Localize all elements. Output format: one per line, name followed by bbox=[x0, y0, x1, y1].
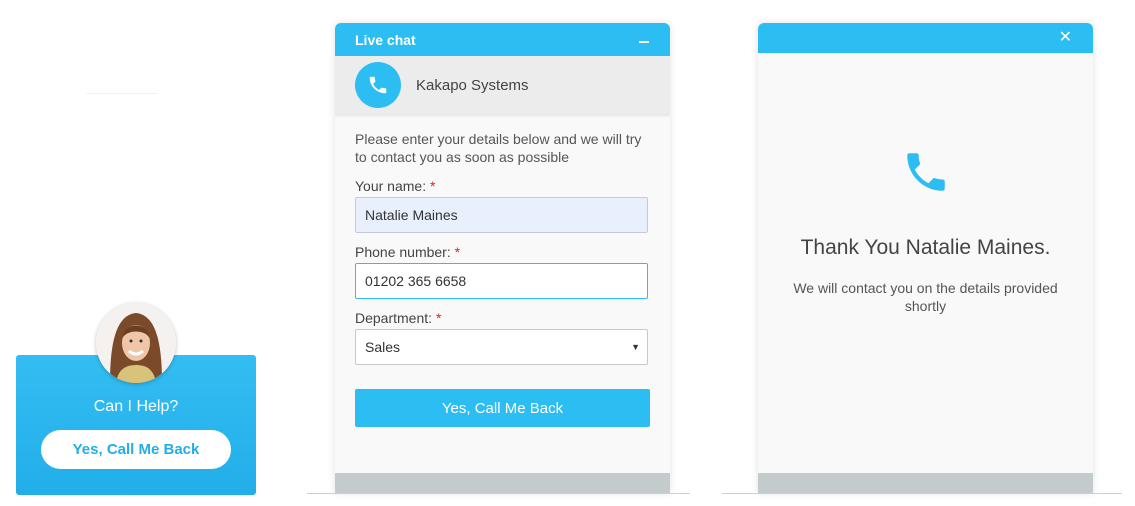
submit-call-back-button[interactable]: Yes, Call Me Back bbox=[355, 389, 650, 427]
company-bar: Kakapo Systems bbox=[335, 56, 670, 114]
required-mark: * bbox=[454, 244, 461, 260]
name-label: Your name: * bbox=[355, 178, 435, 194]
divider bbox=[86, 93, 158, 94]
department-select[interactable]: Sales ▼ bbox=[355, 329, 648, 365]
department-value: Sales bbox=[365, 339, 401, 355]
phone-label-text: Phone number: bbox=[355, 244, 451, 260]
close-icon[interactable]: ✕ bbox=[1059, 30, 1072, 46]
divider bbox=[307, 493, 690, 494]
live-chat-window: Live chat Kakapo Systems Please enter yo… bbox=[335, 23, 670, 493]
name-value: Natalie Maines bbox=[365, 207, 458, 223]
help-title: Can I Help? bbox=[93, 398, 179, 415]
company-name: Kakapo Systems bbox=[416, 77, 529, 94]
phone-field[interactable]: 01202 365 6658 bbox=[355, 263, 648, 299]
divider bbox=[722, 493, 1122, 494]
thank-you-window: ✕ Thank You Natalie Maines. We will cont… bbox=[758, 23, 1093, 493]
chat-header: Live chat bbox=[335, 23, 670, 56]
phone-label: Phone number: * bbox=[355, 244, 460, 260]
chat-title: Live chat bbox=[355, 32, 416, 48]
thank-you-title: Thank You Natalie Maines. bbox=[800, 236, 1051, 259]
agent-avatar bbox=[96, 303, 176, 383]
name-field[interactable]: Natalie Maines bbox=[355, 197, 648, 233]
chat-footer bbox=[335, 473, 670, 493]
thanks-footer bbox=[758, 473, 1093, 493]
department-label: Department: * bbox=[355, 310, 441, 326]
phone-value: 01202 365 6658 bbox=[365, 273, 467, 289]
required-mark: * bbox=[435, 310, 442, 326]
thanks-header: ✕ bbox=[758, 23, 1093, 53]
intro-text: Please enter your details below and we w… bbox=[355, 131, 642, 165]
name-label-text: Your name: bbox=[355, 178, 427, 194]
minimize-icon[interactable] bbox=[639, 41, 649, 43]
department-label-text: Department: bbox=[355, 310, 433, 326]
thank-you-message: We will contact you on the details provi… bbox=[793, 280, 1058, 314]
required-mark: * bbox=[429, 178, 436, 194]
phone-icon bbox=[901, 147, 951, 202]
chevron-down-icon: ▼ bbox=[631, 342, 640, 352]
phone-icon bbox=[355, 62, 401, 108]
call-me-back-button[interactable]: Yes, Call Me Back bbox=[41, 430, 231, 469]
